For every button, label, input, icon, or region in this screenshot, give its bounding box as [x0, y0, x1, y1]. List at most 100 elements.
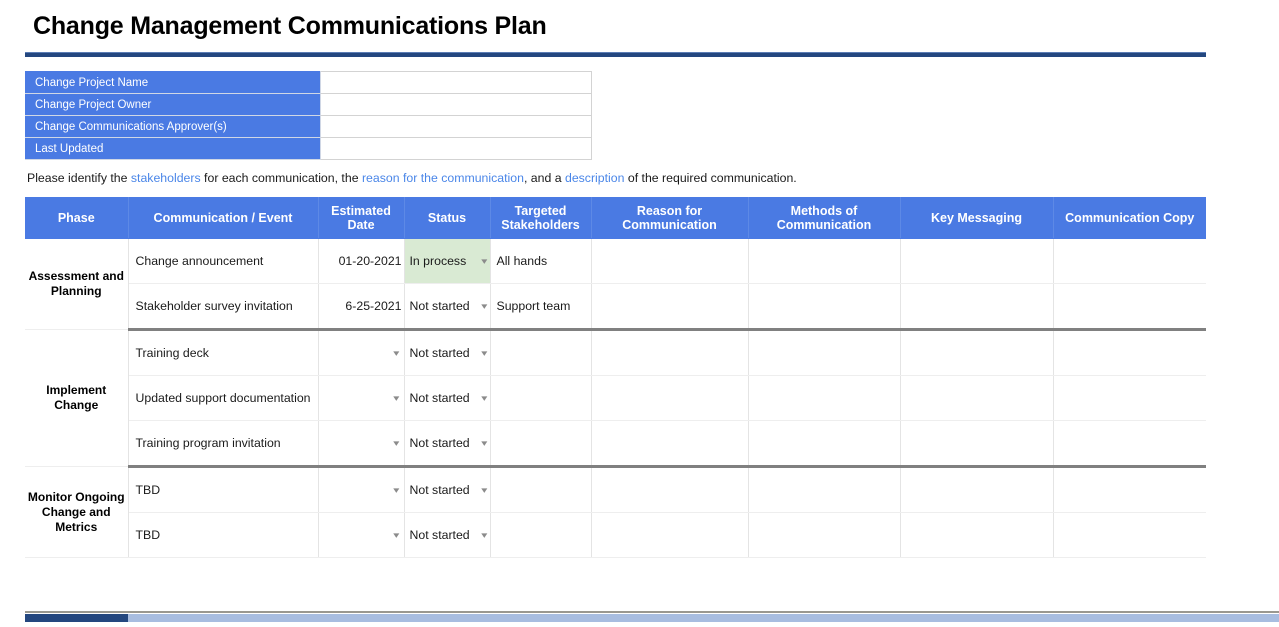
- instruction-link-stakeholders[interactable]: stakeholders: [131, 171, 201, 185]
- cell-key-messaging[interactable]: [900, 466, 1054, 513]
- cell-status[interactable]: Not started ▾: [404, 466, 491, 513]
- status-value: Not started: [409, 299, 470, 313]
- cell-key-messaging[interactable]: [900, 375, 1054, 421]
- cell-communication[interactable]: Updated support documentation: [128, 375, 319, 421]
- meta-row-approvers: Change Communications Approver(s): [25, 115, 592, 138]
- cell-communication[interactable]: Training deck: [128, 329, 319, 376]
- cell-communication[interactable]: Stakeholder survey invitation: [128, 283, 319, 331]
- chevron-down-icon[interactable]: ▾: [393, 438, 399, 448]
- cell-reason-for-communication[interactable]: [591, 466, 749, 513]
- cell-reason-for-communication[interactable]: [591, 238, 749, 284]
- phase-cell-implement-change[interactable]: Implement Change: [25, 329, 129, 467]
- instruction-link-reason[interactable]: reason for the communication: [362, 171, 524, 185]
- meta-input-last-updated[interactable]: [320, 137, 592, 160]
- column-header-phase[interactable]: Phase: [25, 197, 129, 239]
- cell-status[interactable]: Not started ▾: [404, 420, 491, 468]
- cell-communication-copy[interactable]: [1053, 329, 1206, 376]
- chevron-down-icon[interactable]: ▾: [481, 393, 487, 403]
- cell-methods-of-communication[interactable]: [748, 329, 901, 376]
- instruction-link-description[interactable]: description: [565, 171, 624, 185]
- cell-communication[interactable]: Change announcement: [128, 238, 319, 284]
- chevron-down-icon[interactable]: ▾: [481, 485, 487, 495]
- chevron-down-icon[interactable]: ▾: [393, 485, 399, 495]
- cell-reason-for-communication[interactable]: [591, 375, 749, 421]
- cell-targeted-stakeholders[interactable]: [490, 512, 592, 558]
- column-header-communication-event[interactable]: Communication / Event: [128, 197, 319, 239]
- column-header-methods-of-communication[interactable]: Methods of Communication: [748, 197, 901, 239]
- meta-row-project-owner: Change Project Owner: [25, 93, 592, 116]
- cell-reason-for-communication[interactable]: [591, 512, 749, 558]
- instruction-part-1: Please identify the: [27, 171, 131, 185]
- chevron-down-icon[interactable]: ▾: [481, 348, 487, 358]
- meta-row-project-name: Change Project Name: [25, 71, 592, 94]
- chevron-down-icon[interactable]: ▾: [481, 438, 487, 448]
- estimated-date-value: 6-25-2021: [345, 299, 402, 313]
- cell-reason-for-communication[interactable]: [591, 283, 749, 331]
- cell-targeted-stakeholders[interactable]: [490, 420, 592, 468]
- meta-input-project-owner[interactable]: [320, 93, 592, 116]
- column-header-communication-copy[interactable]: Communication Copy: [1053, 197, 1206, 239]
- cell-communication-copy[interactable]: [1053, 466, 1206, 513]
- cell-communication-copy[interactable]: [1053, 420, 1206, 468]
- cell-status[interactable]: Not started ▾: [404, 329, 491, 376]
- horizontal-scrollbar-thumb[interactable]: [25, 614, 128, 622]
- cell-communication-copy[interactable]: [1053, 375, 1206, 421]
- cell-reason-for-communication[interactable]: [591, 329, 749, 376]
- status-value: Not started: [409, 528, 470, 542]
- cell-status[interactable]: Not started ▾: [404, 512, 491, 558]
- chevron-down-icon[interactable]: ▾: [481, 301, 487, 311]
- cell-communication-copy[interactable]: [1053, 238, 1206, 284]
- cell-key-messaging[interactable]: [900, 512, 1054, 558]
- column-header-targeted-stakeholders[interactable]: Targeted Stakeholders: [490, 197, 592, 239]
- cell-estimated-date[interactable]: ▾: [318, 420, 405, 468]
- horizontal-scrollbar-track[interactable]: [25, 614, 1279, 622]
- table-body: Assessment and Planning Change announcem…: [25, 238, 1206, 558]
- cell-status[interactable]: Not started ▾: [404, 375, 491, 421]
- cell-methods-of-communication[interactable]: [748, 512, 901, 558]
- cell-methods-of-communication[interactable]: [748, 375, 901, 421]
- cell-targeted-stakeholders[interactable]: [490, 466, 592, 513]
- cell-estimated-date[interactable]: ▾: [318, 512, 405, 558]
- cell-key-messaging[interactable]: [900, 329, 1054, 376]
- column-header-reason-for-communication[interactable]: Reason for Communication: [591, 197, 749, 239]
- cell-methods-of-communication[interactable]: [748, 420, 901, 468]
- cell-targeted-stakeholders[interactable]: All hands: [490, 238, 592, 284]
- meta-input-approvers[interactable]: [320, 115, 592, 138]
- cell-targeted-stakeholders[interactable]: [490, 375, 592, 421]
- chevron-down-icon[interactable]: ▾: [481, 256, 487, 266]
- cell-communication[interactable]: Training program invitation: [128, 420, 319, 468]
- column-header-estimated-date[interactable]: Estimated Date: [318, 197, 405, 239]
- cell-methods-of-communication[interactable]: [748, 283, 901, 331]
- cell-estimated-date[interactable]: 01-20-2021: [318, 238, 405, 284]
- meta-input-project-name[interactable]: [320, 71, 592, 94]
- cell-communication-copy[interactable]: [1053, 283, 1206, 331]
- cell-status[interactable]: In process ▾: [404, 238, 491, 284]
- chevron-down-icon[interactable]: ▾: [393, 393, 399, 403]
- cell-targeted-stakeholders[interactable]: Support team: [490, 283, 592, 331]
- cell-estimated-date[interactable]: 6-25-2021: [318, 283, 405, 331]
- table-row: Updated support documentation ▾ Not star…: [25, 375, 1206, 421]
- column-header-key-messaging[interactable]: Key Messaging: [900, 197, 1054, 239]
- cell-reason-for-communication[interactable]: [591, 420, 749, 468]
- phase-cell-monitor-ongoing-change-and-metrics[interactable]: Monitor Ongoing Change and Metrics: [25, 466, 129, 558]
- chevron-down-icon[interactable]: ▾: [393, 348, 399, 358]
- phase-cell-assessment-and-planning[interactable]: Assessment and Planning: [25, 238, 129, 330]
- chevron-down-icon[interactable]: ▾: [393, 530, 399, 540]
- table-row: Stakeholder survey invitation 6-25-2021 …: [25, 283, 1206, 331]
- cell-estimated-date[interactable]: ▾: [318, 329, 405, 376]
- chevron-down-icon[interactable]: ▾: [481, 530, 487, 540]
- cell-key-messaging[interactable]: [900, 238, 1054, 284]
- cell-key-messaging[interactable]: [900, 420, 1054, 468]
- cell-methods-of-communication[interactable]: [748, 238, 901, 284]
- cell-status[interactable]: Not started ▾: [404, 283, 491, 331]
- cell-estimated-date[interactable]: ▾: [318, 466, 405, 513]
- status-value: Not started: [409, 436, 470, 450]
- column-header-status[interactable]: Status: [404, 197, 491, 239]
- cell-targeted-stakeholders[interactable]: [490, 329, 592, 376]
- cell-communication[interactable]: TBD: [128, 512, 319, 558]
- cell-estimated-date[interactable]: ▾: [318, 375, 405, 421]
- cell-communication[interactable]: TBD: [128, 466, 319, 513]
- cell-key-messaging[interactable]: [900, 283, 1054, 331]
- cell-methods-of-communication[interactable]: [748, 466, 901, 513]
- cell-communication-copy[interactable]: [1053, 512, 1206, 558]
